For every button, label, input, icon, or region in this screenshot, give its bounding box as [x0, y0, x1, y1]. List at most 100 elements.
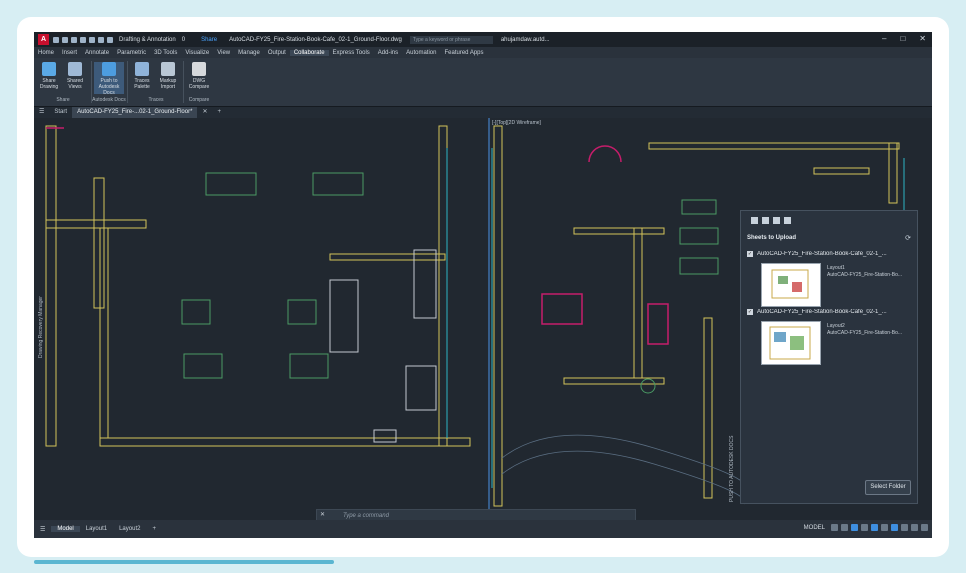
tab-current-drawing[interactable]: AutoCAD-FY25_Fire-...02-1_Ground-Floor*	[72, 107, 198, 118]
autocad-logo[interactable]: A	[38, 34, 49, 45]
tab-automation[interactable]: Automation	[402, 50, 440, 56]
workspace-selector[interactable]: Drafting & Annotation	[119, 37, 176, 43]
button-label: Palette	[134, 84, 150, 90]
tab-visualize[interactable]: Visualize	[181, 50, 213, 56]
share-button[interactable]: Share	[201, 37, 217, 43]
tab-start[interactable]: Start	[49, 107, 72, 118]
ribbon-tabs: Home Insert Annotate Parametric 3D Tools…	[34, 47, 932, 58]
shared-views-icon	[68, 62, 82, 76]
user-account[interactable]: ahujamdaw.autd...	[501, 37, 550, 43]
model-space-label[interactable]: MODEL	[804, 525, 825, 531]
tab-featured-apps[interactable]: Featured Apps	[440, 50, 487, 56]
new-icon[interactable]	[53, 36, 59, 43]
command-input[interactable]: Type a command	[343, 513, 389, 519]
accent-line	[34, 560, 334, 564]
tab-output[interactable]: Output	[264, 50, 290, 56]
open-icon[interactable]	[62, 36, 68, 43]
button-label: Drawing	[39, 84, 59, 90]
settings-icon[interactable]	[784, 217, 791, 224]
tab-collaborate[interactable]: Collaborate	[289, 49, 329, 56]
tab-manage[interactable]: Manage	[234, 50, 264, 56]
tab-home[interactable]: Home	[34, 50, 58, 56]
sheet-layout: Layout2	[827, 323, 845, 329]
tab-menu-icon[interactable]: ☰	[34, 107, 49, 118]
sheet-name: AutoCAD-FY25_Fire-Station-Book-Cafe_02-1…	[757, 251, 887, 257]
workspace-gear-icon[interactable]	[911, 524, 918, 531]
annotation-icon[interactable]	[891, 524, 898, 531]
markup-import-icon	[161, 62, 175, 76]
refresh-icon[interactable]: ⟳	[905, 234, 911, 242]
polar-icon[interactable]	[861, 524, 868, 531]
layout-menu-icon[interactable]: ☰	[34, 526, 51, 533]
remove-sheet-icon[interactable]	[762, 217, 769, 224]
tab-express-tools[interactable]: Express Tools	[329, 50, 374, 56]
close-icon[interactable]: ✕	[919, 34, 926, 43]
layer-selector[interactable]: 0	[182, 37, 185, 43]
sheet-name: AutoCAD-FY25_Fire-Station-Book-Cafe_02-1…	[757, 309, 887, 315]
push-to-docs-button[interactable]: Push to Autodesk Docs	[94, 62, 124, 96]
traces-palette-button[interactable]: Traces Palette	[129, 62, 155, 94]
markup-import-button[interactable]: Markup Import	[155, 62, 181, 94]
ribbon-panel: Share Drawing Shared Views Push to Autod…	[34, 58, 932, 107]
tab-view[interactable]: View	[213, 50, 234, 56]
group-share-label: Share	[56, 97, 70, 103]
close-tab-icon[interactable]: ✕	[197, 107, 212, 118]
grid-icon[interactable]	[831, 524, 838, 531]
command-close-icon[interactable]: ✕	[320, 511, 325, 518]
minimize-icon[interactable]: –	[882, 34, 886, 43]
dwg-compare-button[interactable]: DWG Compare	[186, 62, 212, 94]
drawing-recovery-label[interactable]: Drawing Recovery Manager	[38, 296, 44, 358]
shared-views-button[interactable]: Shared Views	[62, 62, 88, 94]
add-layout-icon[interactable]: +	[146, 526, 162, 532]
tab-annotate[interactable]: Annotate	[81, 50, 113, 56]
cloud-icon[interactable]	[773, 217, 780, 224]
thumbnail-drawing	[771, 269, 809, 299]
sheet-item[interactable]: ✓ AutoCAD-FY25_Fire-Station-Book-Cafe_02…	[747, 309, 911, 369]
tab-add-ins[interactable]: Add-ins	[374, 50, 402, 56]
sheet-thumbnail	[761, 321, 821, 365]
sheet-item[interactable]: ✓ AutoCAD-FY25_Fire-Station-Book-Cafe_02…	[747, 251, 911, 311]
viewport-label[interactable]: [-][Top][2D Wireframe]	[492, 120, 541, 126]
add-sheet-icon[interactable]	[751, 217, 758, 224]
share-drawing-icon	[42, 62, 56, 76]
group-compare-label: Compare	[188, 97, 210, 103]
button-label: Compare	[188, 84, 210, 90]
search-input[interactable]: Type a keyword or phrase	[409, 35, 493, 44]
ortho-icon[interactable]	[851, 524, 858, 531]
sheet-checkbox[interactable]: ✓	[747, 251, 753, 257]
new-tab-icon[interactable]: +	[212, 107, 226, 118]
button-label: Views	[68, 84, 82, 90]
share-drawing-button[interactable]: Share Drawing	[36, 62, 62, 94]
panel-header: Sheets to Upload	[747, 235, 797, 241]
tab-layout1[interactable]: Layout1	[80, 526, 113, 532]
select-folder-button[interactable]: Select Folder	[865, 480, 911, 495]
thumbnail-drawing	[769, 326, 811, 360]
sheet-checkbox[interactable]: ✓	[747, 309, 753, 315]
autocad-window: A Drafting & Annotation 0 Share AutoCAD-…	[34, 32, 932, 538]
title-bar: A Drafting & Annotation 0 Share AutoCAD-…	[34, 32, 932, 47]
customize-icon[interactable]	[921, 524, 928, 531]
tab-3d-tools[interactable]: 3D Tools	[150, 50, 181, 56]
save-icon[interactable]	[71, 36, 77, 43]
print-icon[interactable]	[89, 36, 95, 43]
tab-layout2[interactable]: Layout2	[113, 526, 146, 532]
maximize-icon[interactable]: □	[900, 34, 905, 43]
dwg-compare-icon	[192, 62, 206, 76]
tab-insert[interactable]: Insert	[58, 50, 81, 56]
osnap-icon[interactable]	[871, 524, 878, 531]
undo-icon[interactable]	[98, 36, 104, 43]
sheet-info: Layout2 AutoCAD-FY25_Fire-Station-Bo...	[827, 323, 902, 337]
otrack-icon[interactable]	[881, 524, 888, 531]
stair-lines	[46, 127, 669, 345]
push-to-docs-label[interactable]: PUSH TO AUTODESK DOCS	[729, 436, 735, 502]
snap-icon[interactable]	[841, 524, 848, 531]
scale-icon[interactable]	[901, 524, 908, 531]
tab-parametric[interactable]: Parametric	[113, 50, 150, 56]
sheet-layout: Layout1	[827, 265, 845, 271]
redo-icon[interactable]	[107, 36, 113, 43]
button-label: Autodesk Docs	[98, 84, 120, 96]
tab-model[interactable]: Model	[51, 526, 80, 532]
saveas-icon[interactable]	[80, 36, 86, 43]
sheet-thumbnail	[761, 263, 821, 307]
group-docs-label: Autodesk Docs	[92, 97, 126, 103]
